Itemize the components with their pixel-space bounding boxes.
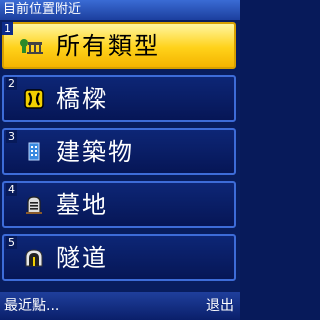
bridge-icon [24, 89, 44, 109]
item-number: 1 [2, 22, 13, 35]
item-label: 墓地 [56, 191, 108, 219]
building-icon [24, 142, 44, 162]
cemetery-icon [24, 195, 44, 215]
list-item-all-types[interactable]: 1 所有類型 [2, 22, 236, 69]
screen: 目前位置附近 1 所有類型 2 橋樑 3 建築物 4 墓地 5 隧道 最近點..… [0, 0, 240, 320]
nearest-point-softkey[interactable]: 最近點... [4, 292, 59, 320]
item-label: 建築物 [56, 138, 134, 166]
list-item-building[interactable]: 3 建築物 [2, 128, 236, 175]
item-number: 4 [6, 183, 17, 196]
item-number: 3 [6, 130, 17, 143]
title-bar: 目前位置附近 [0, 0, 240, 20]
item-number: 5 [6, 236, 17, 249]
page-title: 目前位置附近 [3, 2, 82, 17]
all-types-icon [20, 36, 44, 56]
exit-softkey[interactable]: 退出 [206, 292, 234, 320]
item-label: 所有類型 [56, 32, 160, 60]
item-label: 橋樑 [56, 85, 108, 113]
list-item-cemetery[interactable]: 4 墓地 [2, 181, 236, 228]
list-item-tunnel[interactable]: 5 隧道 [2, 234, 236, 281]
tunnel-icon [24, 248, 44, 268]
item-label: 隧道 [56, 244, 108, 272]
item-number: 2 [6, 77, 17, 90]
softkey-bar: 最近點... 退出 [0, 292, 240, 320]
list-item-bridge[interactable]: 2 橋樑 [2, 75, 236, 122]
